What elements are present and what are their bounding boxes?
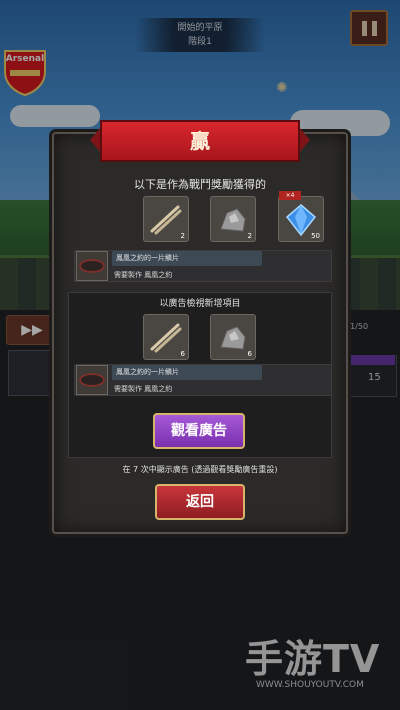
item-name: 鳳凰之約的一片鱗片 — [112, 365, 262, 380]
reward-slot-gem[interactable]: 50 — [278, 196, 324, 242]
ad-reward-slot-ore[interactable]: 6 — [210, 314, 256, 360]
ad-limit-note: 在 7 次中顯示廣告 (透過觀看獎勵廣告重設) — [122, 465, 278, 474]
reward-title: 以下是作為戰鬥獎勵獲得的 — [134, 178, 266, 191]
reward-qty: 6 — [247, 350, 252, 358]
back-button[interactable]: 返回 — [155, 484, 245, 520]
reward-qty: 50 — [311, 232, 320, 240]
reward-qty: 2 — [180, 232, 185, 240]
reward-slot-bone[interactable]: 2 — [143, 196, 189, 242]
reward-slot-ore[interactable]: 2 — [210, 196, 256, 242]
gem-multiplier-tag: ×4 — [279, 191, 301, 200]
ad-reward-slot-bone[interactable]: 6 — [143, 314, 189, 360]
watermark-url: WWW.SHOUYOUTV.COM — [256, 680, 364, 690]
victory-banner: 贏 — [100, 120, 300, 162]
reward-qty: 2 — [247, 232, 252, 240]
item-thumbnail — [76, 251, 108, 281]
item-requirement: 需要製作 鳳凰之約 — [114, 385, 173, 393]
item-name: 鳳凰之約的一片鱗片 — [112, 251, 262, 266]
watch-ad-button[interactable]: 觀看廣告 — [153, 413, 245, 449]
scale-piece-icon — [79, 259, 105, 273]
item-thumbnail — [76, 365, 108, 395]
watermark-logo: 手游TV — [245, 637, 381, 681]
scale-piece-icon — [79, 373, 105, 387]
reward-qty: 6 — [180, 350, 185, 358]
ad-section-title: 以廣告檢視新增項目 — [159, 299, 241, 309]
item-requirement: 需要製作 鳳凰之約 — [114, 271, 173, 279]
